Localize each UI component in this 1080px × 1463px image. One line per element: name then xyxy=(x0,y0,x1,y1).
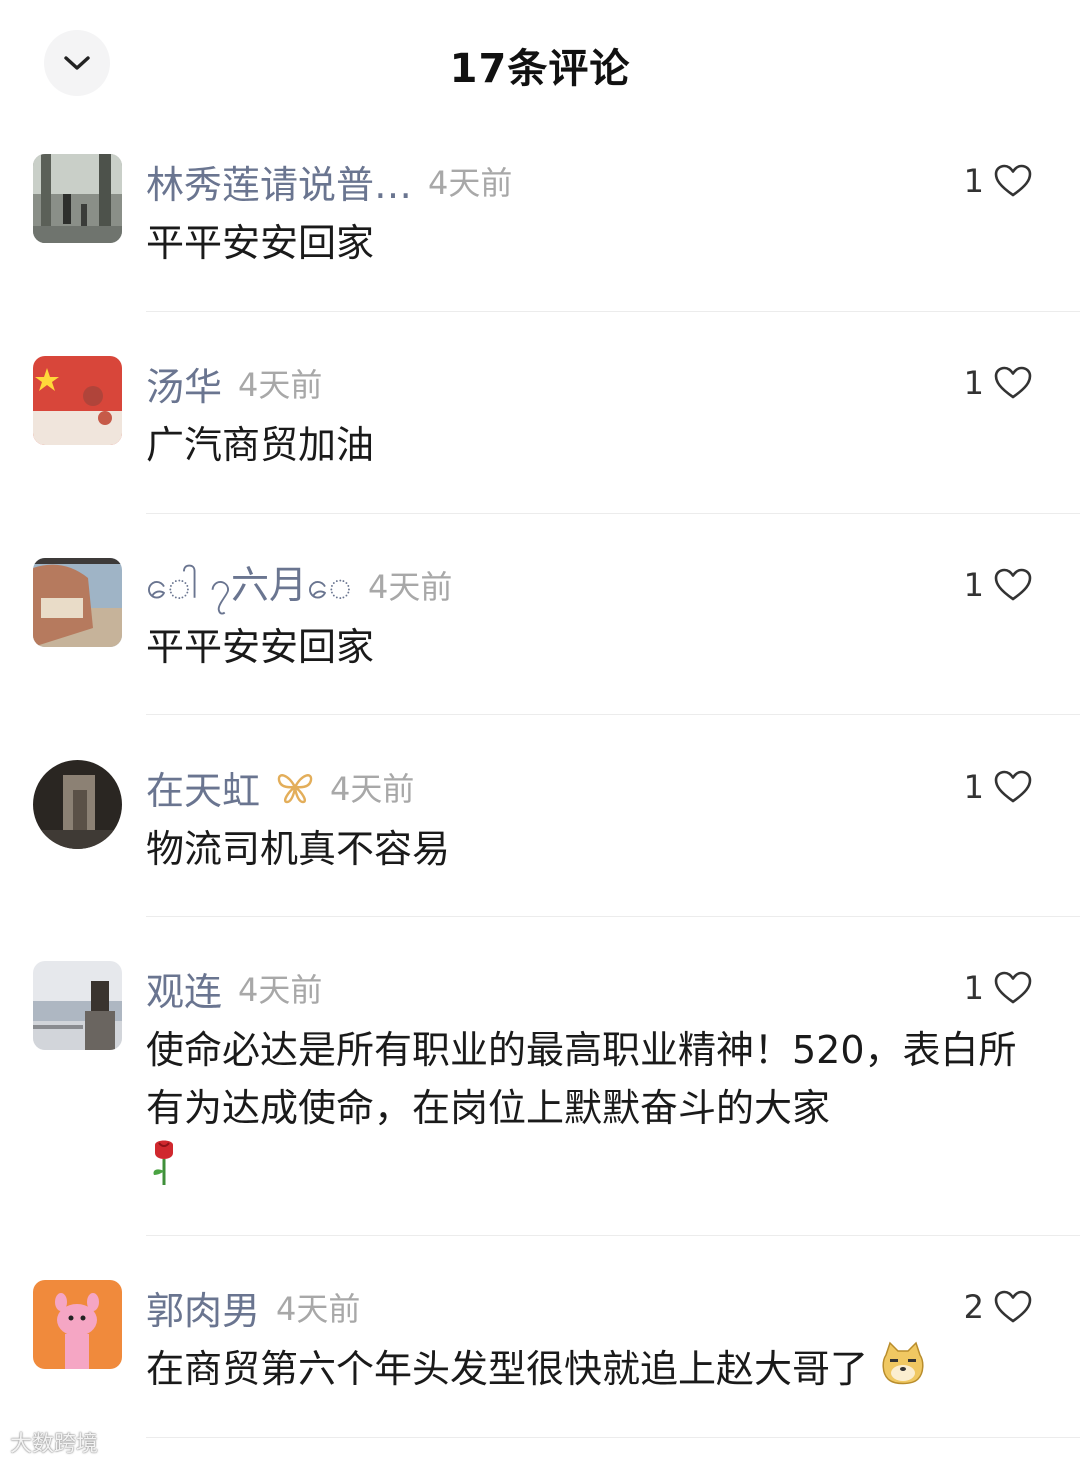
comment-text: 使命必达是所有职业的最高职业精神！520，表白所有为达成使命，在岗位上默默奋斗的… xyxy=(146,1021,1026,1195)
butterfly-badge-icon xyxy=(276,768,314,806)
comment-text: 在商贸第六个年头发型很快就追上赵大哥了 xyxy=(146,1340,1026,1403)
comment-meta: 在天虹 4天前 xyxy=(146,760,414,814)
username[interactable]: 林秀莲请说普… xyxy=(146,154,412,209)
comment-meta: ေါ ၇六月ေ 4天前 xyxy=(146,558,452,612)
username[interactable]: 在天虹 xyxy=(146,760,260,815)
like-count: 1 xyxy=(963,162,984,200)
heart-icon xyxy=(994,366,1032,400)
like-button[interactable]: 2 xyxy=(964,1280,1032,1334)
timestamp: 4天前 xyxy=(330,770,415,808)
like-count: 1 xyxy=(963,969,984,1007)
comment-text: 广汽商贸加油 xyxy=(146,423,375,467)
watermark: 大数跨境 xyxy=(10,1432,99,1457)
comment-text-body: 在商贸第六个年头发型很快就追上赵大哥了 xyxy=(146,1347,869,1391)
heart-icon xyxy=(994,568,1032,602)
divider xyxy=(146,513,1080,514)
like-button[interactable]: 1 xyxy=(964,961,1032,1015)
timestamp: 4天前 xyxy=(367,568,453,606)
comment-text: 平平安安回家 xyxy=(146,221,375,265)
comment-meta: 郭肉男 4天前 xyxy=(146,1280,360,1334)
timestamp: 4天前 xyxy=(238,366,323,404)
comment-text: 物流司机真不容易 xyxy=(146,827,451,871)
like-count: 2 xyxy=(963,1288,984,1326)
username[interactable]: 郭肉男 xyxy=(146,1280,260,1335)
avatar[interactable] xyxy=(33,558,122,647)
heart-icon xyxy=(994,164,1032,198)
divider xyxy=(146,1437,1080,1438)
heart-icon xyxy=(994,971,1032,1005)
doge-emoji-icon xyxy=(880,1341,926,1403)
divider xyxy=(146,311,1080,312)
comments-header: 17条评论 xyxy=(0,0,1080,125)
like-count: 1 xyxy=(963,768,984,806)
timestamp: 4天前 xyxy=(238,971,323,1009)
comment-text-body: 使命必达是所有职业的最高职业精神！520，表白所有为达成使命，在岗位上默默奋斗的… xyxy=(146,1028,1017,1130)
avatar[interactable] xyxy=(33,356,122,445)
rose-emoji-icon xyxy=(146,1137,182,1203)
comment-meta: 林秀莲请说普… 4天前 xyxy=(146,154,512,208)
comment-text: 平平安安回家 xyxy=(146,625,375,669)
like-button[interactable]: 1 xyxy=(964,760,1032,814)
comment-meta: 汤华 4天前 xyxy=(146,356,322,410)
heart-icon xyxy=(994,770,1032,804)
like-button[interactable]: 1 xyxy=(964,558,1032,612)
comments-title: 17条评论 xyxy=(449,46,631,92)
divider xyxy=(146,714,1080,715)
comment-meta: 观连 4天前 xyxy=(146,961,322,1015)
avatar[interactable] xyxy=(33,961,122,1050)
like-button[interactable]: 1 xyxy=(964,154,1032,208)
like-button[interactable]: 1 xyxy=(964,356,1032,410)
username[interactable]: 观连 xyxy=(146,961,222,1016)
like-count: 1 xyxy=(963,364,984,402)
timestamp: 4天前 xyxy=(276,1290,361,1328)
username[interactable]: ေါ ၇六月ေ xyxy=(146,554,352,617)
heart-icon xyxy=(994,1290,1032,1324)
avatar[interactable] xyxy=(33,760,122,849)
divider xyxy=(146,916,1080,917)
divider xyxy=(146,1235,1080,1236)
avatar[interactable] xyxy=(33,154,122,243)
timestamp: 4天前 xyxy=(428,164,513,202)
avatar[interactable] xyxy=(33,1280,122,1369)
like-count: 1 xyxy=(963,566,984,604)
username[interactable]: 汤华 xyxy=(146,356,222,411)
